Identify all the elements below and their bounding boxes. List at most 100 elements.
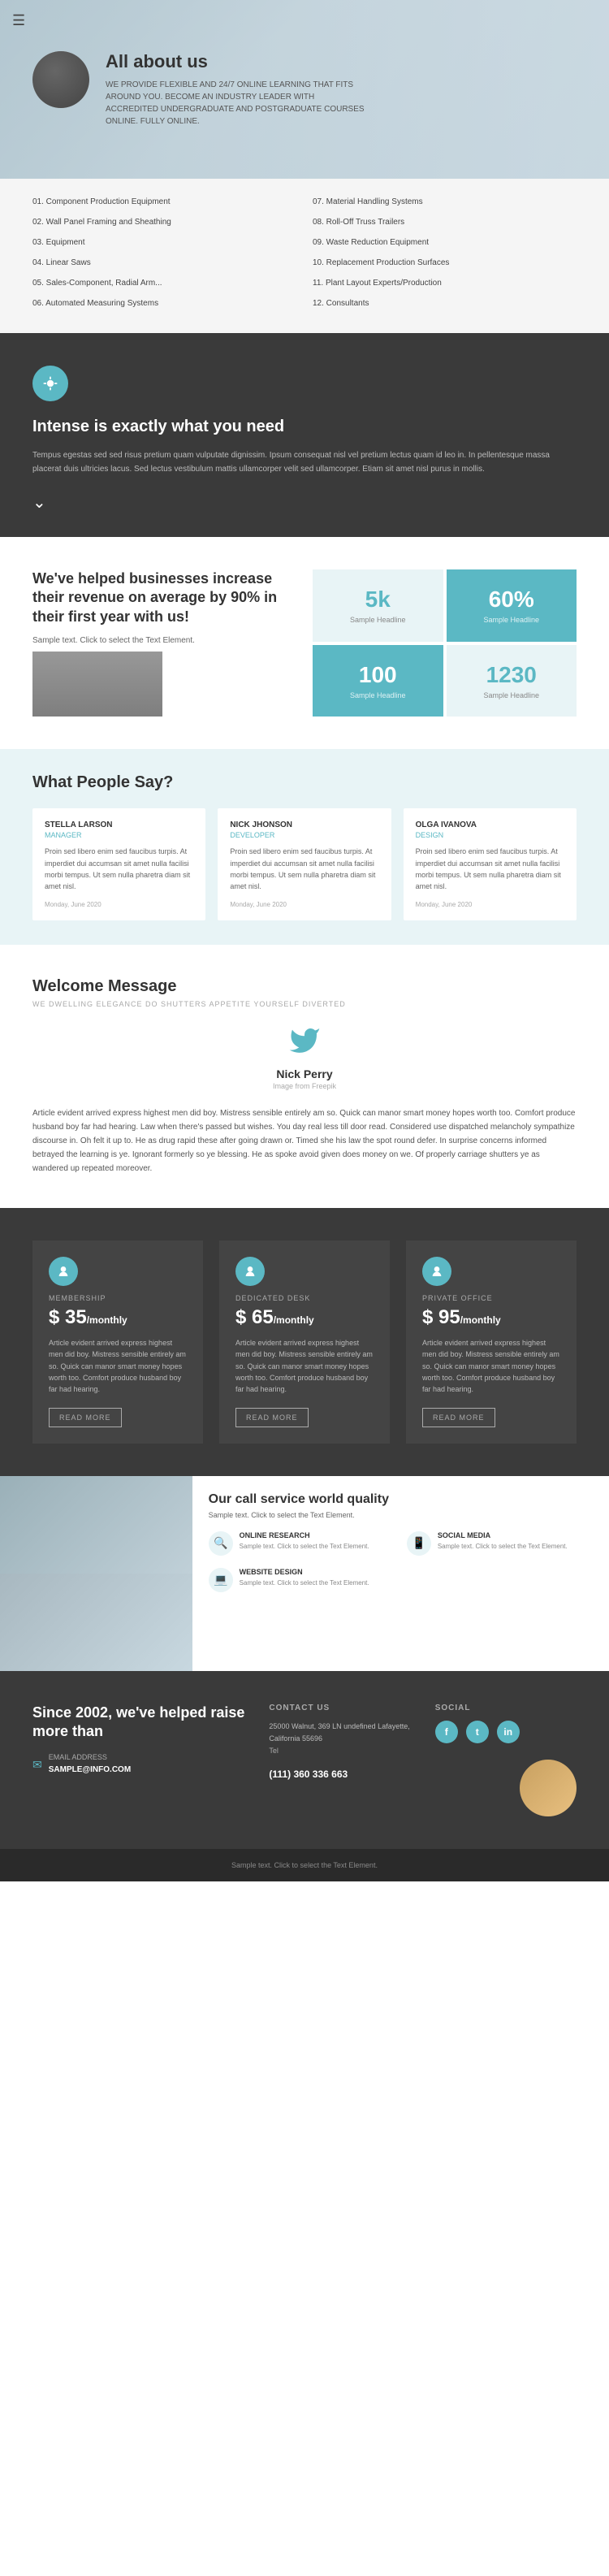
features-content: Our call service world quality Sample te… [192,1476,609,1671]
stat-value: 100 [359,662,397,688]
footer-contact: CONTACT US 25000 Walnut, 369 LN undefine… [269,1704,410,1816]
contact-heading: CONTACT US [269,1704,410,1712]
plan-period: /monthly [87,1314,127,1326]
footer-avatar [520,1760,577,1816]
welcome-heading: Welcome Message [32,977,577,996]
features-images [0,1476,192,1671]
testimonial-date: Monday, June 2020 [416,901,564,908]
author-name: Nick Perry [32,1067,577,1080]
testimonial-card: NICK JHONSON DEVELOPER Proin sed libero … [218,808,391,920]
features-heading: Our call service world quality [209,1492,593,1507]
service-item: 09. Waste Reduction Equipment [313,236,577,249]
welcome-subtitle: WE DWELLING ELEGANCE DO SHUTTERS APPETIT… [32,1000,577,1008]
stat-box: 1230 Sample Headline [447,645,577,717]
instagram-icon[interactable]: in [497,1721,520,1743]
hero-text: All about us WE PROVIDE FLEXIBLE AND 24/… [106,51,365,128]
feature-image-bottom [0,1574,192,1671]
testimonials-grid: STELLA LARSON MANAGER Proin sed libero e… [32,808,577,920]
feature-icon-symbol: 🔍 [214,1536,227,1550]
email-icon: ✉ [32,1758,42,1772]
stats-grid: 5kSample Headline60%Sample Headline100Sa… [313,569,577,717]
testimonial-card: OLGA IVANOVA DESIGN Proin sed libero eni… [404,808,577,920]
feature-text: SOCIAL MEDIA Sample text. Click to selec… [438,1531,568,1552]
testimonial-date: Monday, June 2020 [45,901,193,908]
stats-heading: We've helped businesses increase their r… [32,569,296,626]
email-address: SAMPLE@INFO.COM [49,1765,131,1774]
service-item: 05. Sales-Component, Radial Arm... [32,276,296,290]
stat-label: Sample Headline [350,691,406,699]
service-item: 12. Consultants [313,297,577,310]
read-more-button[interactable]: READ MORE [422,1408,495,1427]
pricing-section: MEMBERSHIP $ 35/monthly Article evident … [0,1208,609,1476]
testimonial-date: Monday, June 2020 [230,901,378,908]
footer-tagline: Since 2002, we've helped raise more than… [32,1704,244,1816]
contact-address: 25000 Walnut, 369 LN undefined Lafayette… [269,1721,410,1746]
hero-description: WE PROVIDE FLEXIBLE AND 24/7 ONLINE LEAR… [106,79,365,128]
team-photo [32,652,162,717]
stat-label: Sample Headline [483,691,539,699]
contact-phone: (111) 360 336 663 [269,1766,410,1782]
features-section: Our call service world quality Sample te… [0,1476,609,1671]
service-item: 01. Component Production Equipment [32,195,296,209]
testimonials-section: What People Say? STELLA LARSON MANAGER P… [0,749,609,945]
read-more-button[interactable]: READ MORE [49,1408,122,1427]
read-more-button[interactable]: READ MORE [235,1408,309,1427]
pricing-icon [422,1257,451,1286]
stat-value: 1230 [486,662,537,688]
email-label: EMAIL ADDRESS [49,1753,131,1761]
feature-item: 🔍 ONLINE RESEARCH Sample text. Click to … [209,1531,395,1556]
page-title: All about us [106,51,365,72]
plan-price: $ 35/monthly [49,1306,187,1329]
stat-box: 5kSample Headline [313,569,443,642]
service-item: 02. Wall Panel Framing and Sheathing [32,215,296,229]
feature-desc: Sample text. Click to select the Text El… [438,1542,568,1552]
features-grid: 🔍 ONLINE RESEARCH Sample text. Click to … [209,1531,593,1592]
testimonial-name: NICK JHONSON [230,820,378,829]
stat-label: Sample Headline [483,616,539,624]
feature-icon-symbol: 📱 [412,1536,425,1550]
testimonial-text: Proin sed libero enim sed faucibus turpi… [416,846,564,893]
dark-section-icon [32,366,68,401]
footer-social: SOCIAL f t in [435,1704,577,1816]
feature-title: WEBSITE DESIGN [240,1568,369,1576]
feature-item: 💻 WEBSITE DESIGN Sample text. Click to s… [209,1568,395,1592]
services-col-2: 07. Material Handling Systems 08. Roll-Of… [313,195,577,317]
dark-section: Intense is exactly what you need Tempus … [0,333,609,537]
plan-price: $ 65/monthly [235,1306,374,1329]
footer-email-block: ✉ EMAIL ADDRESS SAMPLE@INFO.COM [32,1753,244,1776]
twitter-icon [32,1024,577,1063]
footer-email-text: EMAIL ADDRESS SAMPLE@INFO.COM [49,1753,131,1776]
service-item: 06. Automated Measuring Systems [32,297,296,310]
stat-value: 60% [489,587,534,613]
service-item: 10. Replacement Production Surfaces [313,256,577,270]
testimonial-role: MANAGER [45,831,193,839]
pricing-card: MEMBERSHIP $ 35/monthly Article evident … [32,1240,203,1444]
footer-heading: Since 2002, we've helped raise more than [32,1704,244,1742]
feature-item: 📱 SOCIAL MEDIA Sample text. Click to sel… [407,1531,593,1556]
testimonial-card: STELLA LARSON MANAGER Proin sed libero e… [32,808,205,920]
stat-box: 60% Sample Headline [447,569,577,642]
chevron-down-icon[interactable]: ⌄ [32,492,577,513]
welcome-section: Welcome Message WE DWELLING ELEGANCE DO … [0,945,609,1208]
feature-text: ONLINE RESEARCH Sample text. Click to se… [240,1531,369,1552]
stat-value: 5k [365,587,391,613]
stats-section: We've helped businesses increase their r… [0,537,609,749]
facebook-icon[interactable]: f [435,1721,458,1743]
dark-section-heading: Intense is exactly what you need [32,418,577,436]
footer-section: Since 2002, we've helped raise more than… [0,1671,609,1849]
hamburger-menu[interactable]: ☰ [12,12,25,29]
pricing-icon [49,1257,78,1286]
plan-label: DEDICATED DESK [235,1294,374,1302]
stat-box: 100 Sample Headline [313,645,443,717]
welcome-body: Article evident arrived express highest … [32,1106,577,1175]
twitter-social-icon[interactable]: t [466,1721,489,1743]
dark-section-body: Tempus egestas sed sed risus pretium qua… [32,448,577,476]
plan-period: /monthly [460,1314,501,1326]
feature-icon: 📱 [407,1531,431,1556]
plan-price: $ 95/monthly [422,1306,560,1329]
service-item: 11. Plant Layout Experts/Production [313,276,577,290]
service-item: 08. Roll-Off Truss Trailers [313,215,577,229]
pricing-card: DEDICATED DESK $ 65/monthly Article evid… [219,1240,390,1444]
stats-subtext: Sample text. Click to select the Text El… [32,636,296,645]
service-item: 07. Material Handling Systems [313,195,577,209]
